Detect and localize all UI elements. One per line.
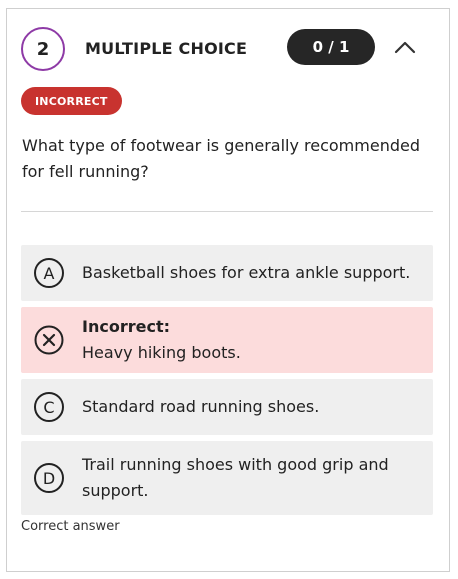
- question-number: 2: [21, 27, 65, 71]
- question-type-label: MULTIPLE CHOICE: [85, 39, 248, 58]
- option-c[interactable]: C Standard road running shoes.: [21, 379, 433, 435]
- status-badge: INCORRECT: [21, 87, 122, 115]
- option-d[interactable]: D Trail running shoes with good grip and…: [21, 441, 433, 515]
- option-letter: A: [34, 258, 64, 288]
- x-circle-icon: [34, 325, 64, 355]
- question-header: 2 MULTIPLE CHOICE 0 / 1: [21, 27, 435, 73]
- chevron-up-icon: [394, 41, 416, 54]
- question-text: What type of footwear is generally recom…: [22, 136, 420, 181]
- option-text: Standard road running shoes.: [82, 397, 320, 416]
- option-letter: D: [34, 463, 64, 493]
- option-text-block: Incorrect: Heavy hiking boots.: [82, 314, 422, 366]
- divider: [21, 211, 433, 212]
- option-text: Trail running shoes with good grip and s…: [82, 455, 389, 500]
- collapse-button[interactable]: [393, 35, 417, 59]
- option-b[interactable]: Incorrect: Heavy hiking boots.: [21, 307, 433, 373]
- option-text: Basketball shoes for extra ankle support…: [82, 263, 411, 282]
- option-letter: C: [34, 392, 64, 422]
- score-pill: 0 / 1: [287, 29, 375, 65]
- option-status-label: Incorrect:: [82, 317, 170, 336]
- option-text: Heavy hiking boots.: [82, 343, 241, 362]
- option-a[interactable]: A Basketball shoes for extra ankle suppo…: [21, 245, 433, 301]
- question-card: 2 MULTIPLE CHOICE 0 / 1 INCORRECT What t…: [6, 8, 450, 572]
- correct-answer-label: Correct answer: [21, 519, 120, 534]
